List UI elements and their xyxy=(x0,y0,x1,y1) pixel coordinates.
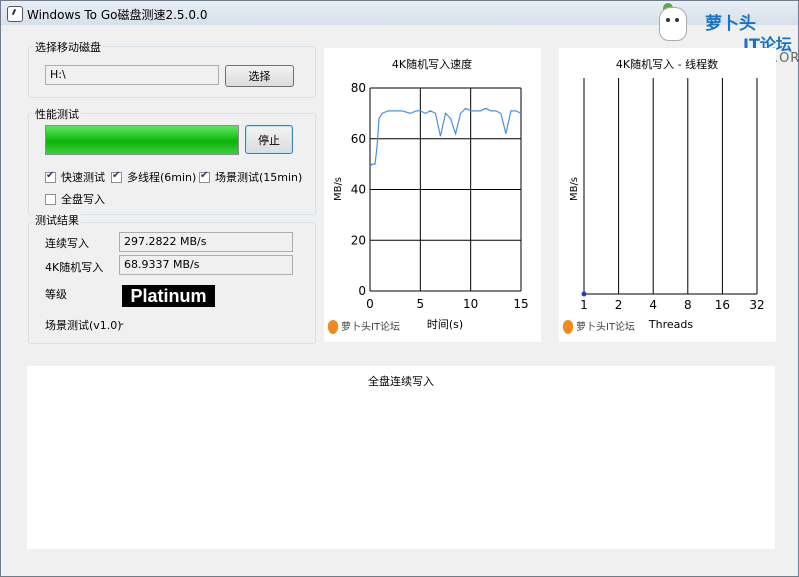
quick-test-label: 快速测试 xyxy=(61,171,105,184)
scenario-result-value: - xyxy=(120,317,124,330)
chart-watermark: 萝卜头IT论坛 xyxy=(563,318,635,334)
x-tick-label: 16 xyxy=(715,298,730,312)
y-tick-label: 80 xyxy=(351,81,366,95)
rand-write-label: 4K随机写入 xyxy=(45,261,104,274)
x-tick-label: 32 xyxy=(749,298,764,312)
app-gauge-icon xyxy=(7,6,23,22)
x-tick-label: 4 xyxy=(649,298,657,312)
y-tick-label: 0 xyxy=(358,284,366,298)
full-write-label: 全盘写入 xyxy=(61,193,105,206)
window-title: Windows To Go磁盘测速2.5.0.0 xyxy=(27,8,208,22)
main-window: Windows To Go磁盘测速2.5.0.0 萝卜头 IT论坛 BBS.LU… xyxy=(0,0,799,577)
full-write-checkbox[interactable]: 全盘写入 xyxy=(45,191,105,207)
watermark-text: 萝卜头IT论坛 xyxy=(341,322,401,333)
x-tick-label: 2 xyxy=(615,298,623,312)
scenario-result-label: 场景测试(v1.0) xyxy=(45,319,122,332)
seq-write-label: 连续写入 xyxy=(45,237,89,250)
x-tick-label: 1 xyxy=(580,298,588,312)
chart-title: 4K随机写入速度 xyxy=(392,57,472,71)
x-axis-label: 时间(s) xyxy=(427,318,463,331)
x-axis-label: Threads xyxy=(648,318,693,331)
checkbox-checked-icon xyxy=(45,170,56,183)
carrot-icon xyxy=(563,320,573,334)
y-tick-label: 60 xyxy=(351,132,366,146)
y-axis-label: MB/s xyxy=(333,177,344,201)
checkbox-checked-icon xyxy=(111,170,122,183)
watermark-text: 萝卜头IT论坛 xyxy=(576,322,636,333)
x-tick-label: 8 xyxy=(684,298,692,312)
test-progress-bar xyxy=(45,125,239,155)
chart-title: 4K随机写入 - 线程数 xyxy=(616,57,718,71)
random-write-chart-svg: 4K随机写入速度 0 20 40 60 80 0 5 10 15 MB/s 时间(s) xyxy=(333,57,529,331)
thread-data-point xyxy=(581,291,587,297)
y-tick-label: 20 xyxy=(351,233,366,247)
rand-write-value: 68.9337 MB/s xyxy=(119,255,293,275)
speed-series-line xyxy=(369,107,522,168)
perf-group-title: 性能测试 xyxy=(33,106,81,122)
y-tick-label: 40 xyxy=(351,183,366,197)
checkbox-unchecked-icon xyxy=(45,193,56,205)
grade-label: 等级 xyxy=(45,288,67,301)
x-tick-label: 5 xyxy=(417,297,425,311)
x-tick-label: 0 xyxy=(366,297,374,311)
results-group-title: 测试结果 xyxy=(33,212,81,228)
scenario-test-label: 场景测试(15min) xyxy=(215,171,303,184)
radish-mascot-icon xyxy=(659,7,687,41)
x-tick-label: 15 xyxy=(513,297,528,311)
seq-write-value: 297.2822 MB/s xyxy=(119,232,293,252)
disk-path-field[interactable]: H:\ xyxy=(45,65,219,85)
checkbox-checked-icon xyxy=(199,170,210,183)
threads-chart-svg: 4K随机写入 - 线程数 1 2 4 8 16 32 MB/s Threads xyxy=(569,57,765,331)
select-disk-button[interactable]: 选择 xyxy=(225,65,294,87)
full-disk-write-chart: 全盘连续写入 xyxy=(27,366,775,549)
multithread-checkbox[interactable]: 多线程(6min) xyxy=(111,169,196,185)
random-write-chart: 4K随机写入速度 0 20 40 60 80 0 5 10 15 MB/s 时间(s) 萝卜头IT论坛 xyxy=(324,48,541,342)
x-tick-label: 10 xyxy=(463,297,478,311)
quick-test-checkbox[interactable]: 快速测试 xyxy=(45,169,105,185)
full-disk-chart-title: 全盘连续写入 xyxy=(368,375,434,388)
y-axis-label: MB/s xyxy=(569,177,580,201)
stop-button[interactable]: 停止 xyxy=(245,125,293,154)
chart-watermark: 萝卜头IT论坛 xyxy=(328,318,400,334)
multithread-label: 多线程(6min) xyxy=(127,171,197,184)
threads-chart: 4K随机写入 - 线程数 1 2 4 8 16 32 MB/s Threads 萝卜头IT论坛 xyxy=(559,48,776,342)
scenario-test-checkbox[interactable]: 场景测试(15min) xyxy=(199,169,302,185)
carrot-icon xyxy=(328,320,338,334)
grade-badge: Platinum xyxy=(122,285,215,307)
progress-fill xyxy=(46,126,238,154)
disk-group-title: 选择移动磁盘 xyxy=(33,39,103,55)
